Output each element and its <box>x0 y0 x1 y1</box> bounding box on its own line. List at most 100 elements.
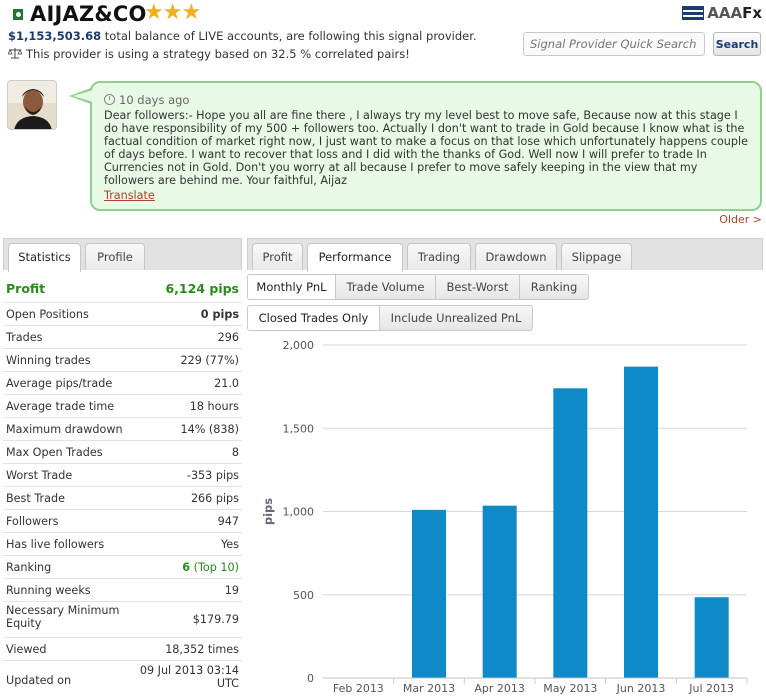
subtab-best-worst[interactable]: Best-Worst <box>435 274 520 300</box>
stat-row-winning-trades: Winning trades 229 (77%) <box>3 349 242 372</box>
stat-value-line2: UTC <box>216 676 239 690</box>
tab-profit[interactable]: Profit <box>252 243 303 270</box>
stat-label: Updated on <box>6 674 72 687</box>
stat-row-average-pips: Average pips/trade 21.0 <box>3 372 242 395</box>
stat-value: 21.0 <box>214 377 239 390</box>
tab-trading[interactable]: Trading <box>407 243 471 270</box>
strategy-line: This provider is using a strategy based … <box>8 47 410 61</box>
y-tick-label: 1,500 <box>283 422 315 435</box>
pakistan-flag-icon <box>9 9 23 20</box>
balance-text: total balance of LIVE accounts, are foll… <box>101 29 477 43</box>
y-tick-label: 0 <box>307 672 314 685</box>
stat-row-open-positions: Open Positions 0 pips <box>3 303 242 326</box>
stat-value: $179.79 <box>192 613 239 626</box>
x-tick-label: Jul 2013 <box>688 682 734 695</box>
stat-value: Yes <box>220 538 239 551</box>
subtab-trade-volume[interactable]: Trade Volume <box>335 274 436 300</box>
stat-value: 19 <box>224 584 239 597</box>
logo-flag-icon <box>682 6 705 20</box>
search-button[interactable]: Search <box>713 32 761 56</box>
stat-row-best-trade: Best Trade 266 pips <box>3 487 242 510</box>
stat-row-followers: Followers 947 <box>3 510 242 533</box>
stat-value: 296 <box>217 331 239 344</box>
stat-label: Profit <box>6 281 46 296</box>
stat-row-min-equity: Necessary Minimum Equity $179.79 <box>3 602 242 638</box>
stat-value: 6,124 pips <box>165 281 239 296</box>
stat-label: Winning trades <box>6 354 91 367</box>
avatar-photo-icon <box>8 81 56 129</box>
post-time-text: 10 days ago <box>119 93 190 107</box>
provider-search-input[interactable] <box>523 32 705 56</box>
stat-label: Viewed <box>6 643 47 656</box>
stat-value: -353 pips <box>186 469 239 482</box>
tab-statistics[interactable]: Statistics <box>8 243 81 272</box>
stat-label-line2: Equity <box>6 616 42 630</box>
stat-label: Average pips/trade <box>6 377 113 390</box>
tab-slippage[interactable]: Slippage <box>561 243 632 270</box>
bar-jul-2013[interactable] <box>694 597 729 678</box>
message-bubble: 10 days ago Dear followers:- Hope you al… <box>90 81 762 211</box>
ranking-extra[interactable]: (Top 10) <box>194 561 239 574</box>
rating-stars-icon: ★★★ <box>144 0 201 25</box>
y-tick-label: 500 <box>293 589 314 602</box>
x-tick-label: Apr 2013 <box>474 682 525 695</box>
stat-value: 6 (Top 10) <box>182 561 239 574</box>
x-tick-label: Feb 2013 <box>333 682 384 695</box>
balance-amount: $1,153,503.68 <box>8 29 102 43</box>
x-tick-label: May 2013 <box>543 682 597 695</box>
y-axis-label: pips <box>261 498 275 525</box>
stat-label: Running weeks <box>6 584 91 597</box>
older-link[interactable]: Older > <box>719 213 762 226</box>
clock-icon <box>104 94 115 105</box>
stat-row-worst-trade: Worst Trade -353 pips <box>3 464 242 487</box>
stat-label-line1: Necessary Minimum <box>6 604 120 617</box>
bubble-tail-inner <box>73 90 93 102</box>
stat-row-trades: Trades 296 <box>3 326 242 349</box>
bar-apr-2013[interactable] <box>482 505 517 678</box>
provider-avatar[interactable] <box>7 80 57 130</box>
stat-value: 947 <box>217 515 239 528</box>
stat-row-max-open-trades: Max Open Trades 8 <box>3 441 242 464</box>
aaafx-logo[interactable]: AAAFx <box>682 4 762 22</box>
stat-value-line1: 09 Jul 2013 03:14 <box>139 664 239 677</box>
stat-label: Necessary Minimum Equity <box>6 604 120 630</box>
y-tick-label: 1,000 <box>283 506 315 519</box>
stat-value: 18,352 times <box>165 643 239 656</box>
ranking-number: 6 <box>182 561 191 574</box>
tab-performance[interactable]: Performance <box>307 243 403 272</box>
stat-label: Open Positions <box>6 308 89 321</box>
y-tick-label: 2,000 <box>283 339 315 352</box>
strategy-text: This provider is using a strategy based … <box>26 47 410 61</box>
monthly-pnl-chart: 0 500 1,000 1,500 2,000 pips Feb 2013 Mar 2013 A… <box>261 339 748 695</box>
stat-value: 09 Jul 2013 03:14 UTC <box>139 664 239 690</box>
translate-link[interactable]: Translate <box>104 189 155 202</box>
subtab-ranking[interactable]: Ranking <box>519 274 589 300</box>
statistics-table: Profit 6,124 pips Open Positions 0 pips … <box>3 276 242 696</box>
logo-fx-text: Fx <box>742 4 762 22</box>
stat-value: 14% (838) <box>180 423 239 436</box>
subtab-monthly-pnl[interactable]: Monthly PnL <box>247 274 336 300</box>
bar-jun-2013[interactable] <box>624 366 658 678</box>
bar-may-2013[interactable] <box>553 388 588 678</box>
tab-profile[interactable]: Profile <box>85 243 145 270</box>
statistics-panel: Statistics Profile Profit 6,124 pips Ope… <box>3 238 242 694</box>
x-tick-label: Jun 2013 <box>616 682 666 695</box>
provider-name: AIJAZ&CO <box>30 2 147 26</box>
stat-label: Best Trade <box>6 492 65 505</box>
stat-row-updated-on: Updated on 09 Jul 2013 03:14 UTC <box>3 661 242 696</box>
bar-mar-2013[interactable] <box>412 509 446 678</box>
stat-row-profit: Profit 6,124 pips <box>3 276 242 303</box>
stat-row-has-live-followers: Has live followers Yes <box>3 533 242 556</box>
stat-value: 266 pips <box>190 492 239 505</box>
provider-header: AIJAZ&CO ★★★ $1,153,503.68 total balance… <box>0 0 766 72</box>
stat-label: Max Open Trades <box>6 446 103 459</box>
post-time: 10 days ago <box>104 93 748 107</box>
logo-text: AAA <box>707 4 743 22</box>
balance-scale-icon <box>8 48 22 59</box>
x-tick-label: Mar 2013 <box>403 682 455 695</box>
post-message: Dear followers:- Hope you all are fine t… <box>104 109 748 188</box>
stat-row-running-weeks: Running weeks 19 <box>3 579 242 602</box>
stat-label: Trades <box>6 331 43 344</box>
tab-drawdown[interactable]: Drawdown <box>475 243 557 270</box>
stat-value: 18 hours <box>189 400 239 413</box>
